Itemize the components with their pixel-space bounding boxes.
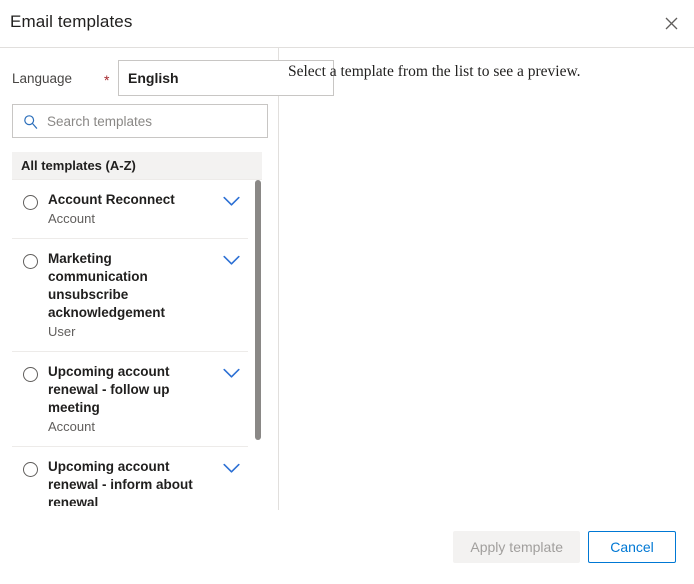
email-templates-dialog: Email templates Language * English Searc… — [0, 0, 694, 584]
template-list-items: Account Reconnect Account Marketing comm… — [12, 180, 248, 506]
radio-unselected-icon — [22, 195, 38, 210]
radio-unselected-icon — [22, 462, 38, 477]
template-item-title: Upcoming account renewal - follow up mee… — [48, 364, 170, 415]
search-input[interactable] — [47, 105, 267, 137]
template-list: All templates (A-Z) Account Reconnect Ac… — [12, 152, 262, 506]
chevron-down-icon[interactable] — [214, 363, 248, 379]
search-box[interactable] — [12, 104, 268, 138]
left-pane: Language * All templates (A-Z) — [0, 48, 334, 510]
list-group-header-label: All templates (A-Z) — [21, 158, 136, 173]
language-label: Language — [12, 70, 73, 86]
template-item-subtitle: Account — [48, 419, 95, 434]
close-icon — [665, 17, 678, 30]
page-title: Email templates — [10, 12, 133, 31]
template-item-title: Account Reconnect — [48, 192, 175, 207]
chevron-down-icon[interactable] — [214, 250, 248, 266]
template-radio[interactable] — [12, 250, 48, 269]
list-group-header: All templates (A-Z) — [12, 152, 262, 180]
chevron-down-icon[interactable] — [214, 458, 248, 474]
template-item-title: Upcoming account renewal - inform about … — [48, 459, 193, 506]
list-scrollbar-thumb[interactable] — [255, 180, 261, 440]
radio-unselected-icon — [22, 367, 38, 382]
template-list-scroll-area: Account Reconnect Account Marketing comm… — [12, 180, 262, 506]
template-item-text: Marketing communication unsubscribe ackn… — [48, 250, 214, 340]
template-item-text: Upcoming account renewal - follow up mee… — [48, 363, 214, 435]
dialog-footer: Apply template Cancel — [0, 510, 694, 584]
preview-pane: Select a template from the list to see a… — [279, 48, 694, 510]
chevron-down-icon[interactable] — [214, 191, 248, 207]
template-item-title: Marketing communication unsubscribe ackn… — [48, 251, 166, 320]
list-scrollbar[interactable] — [254, 180, 262, 506]
required-indicator: * — [104, 71, 110, 88]
template-item-text: Upcoming account renewal - inform about … — [48, 458, 214, 506]
template-radio[interactable] — [12, 458, 48, 477]
template-item-text: Account Reconnect Account — [48, 191, 214, 227]
template-radio[interactable] — [12, 363, 48, 382]
template-item-subtitle: User — [48, 324, 76, 339]
language-field-row: Language * — [12, 60, 334, 96]
dialog-body: Language * All templates (A-Z) — [0, 48, 694, 510]
list-item[interactable]: Marketing communication unsubscribe ackn… — [12, 239, 248, 352]
radio-unselected-icon — [22, 254, 38, 269]
template-radio[interactable] — [12, 191, 48, 210]
search-icon — [13, 114, 47, 129]
list-item[interactable]: Upcoming account renewal - inform about … — [12, 447, 248, 506]
dialog-header: Email templates — [0, 0, 694, 48]
list-item[interactable]: Upcoming account renewal - follow up mee… — [12, 352, 248, 447]
list-item[interactable]: Account Reconnect Account — [12, 180, 248, 239]
close-button[interactable] — [656, 8, 686, 38]
template-item-subtitle: Account — [48, 211, 95, 226]
apply-template-button[interactable]: Apply template — [453, 531, 580, 563]
preview-placeholder-text: Select a template from the list to see a… — [288, 63, 581, 80]
cancel-button[interactable]: Cancel — [588, 531, 676, 563]
